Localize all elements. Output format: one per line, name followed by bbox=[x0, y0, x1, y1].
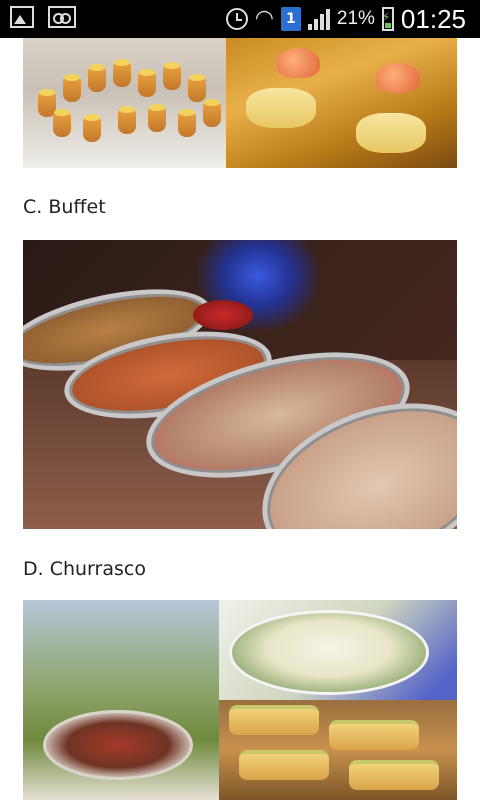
voicemail-icon bbox=[48, 6, 76, 28]
status-bar: ◠ 1 21% 01:25 bbox=[0, 0, 480, 38]
battery-percent: 21% bbox=[336, 8, 375, 29]
system-icons: ◠ 1 21% 01:25 bbox=[225, 3, 466, 34]
shrimp-canapes-photo bbox=[226, 38, 457, 168]
salad-photo bbox=[219, 600, 457, 700]
signal-icon bbox=[307, 8, 330, 30]
gallery-icon bbox=[10, 6, 34, 28]
garlic-bread-photo bbox=[219, 700, 457, 800]
alarm-icon bbox=[225, 8, 248, 30]
battery-icon bbox=[381, 7, 394, 31]
grilled-plate-photo bbox=[23, 600, 219, 800]
buffet-photo[interactable] bbox=[23, 240, 457, 529]
clock: 01:25 bbox=[400, 3, 466, 34]
section-heading-churrasco: D. Churrasco bbox=[23, 558, 146, 580]
churrasco-photo[interactable] bbox=[23, 600, 457, 800]
sim-badge: 1 bbox=[280, 7, 301, 31]
appetizers-photo[interactable] bbox=[23, 38, 457, 168]
notification-icons bbox=[10, 6, 76, 28]
mini-cups-photo bbox=[23, 38, 226, 168]
section-heading-buffet: C. Buffet bbox=[23, 196, 106, 218]
wifi-icon: ◠ bbox=[254, 6, 274, 31]
